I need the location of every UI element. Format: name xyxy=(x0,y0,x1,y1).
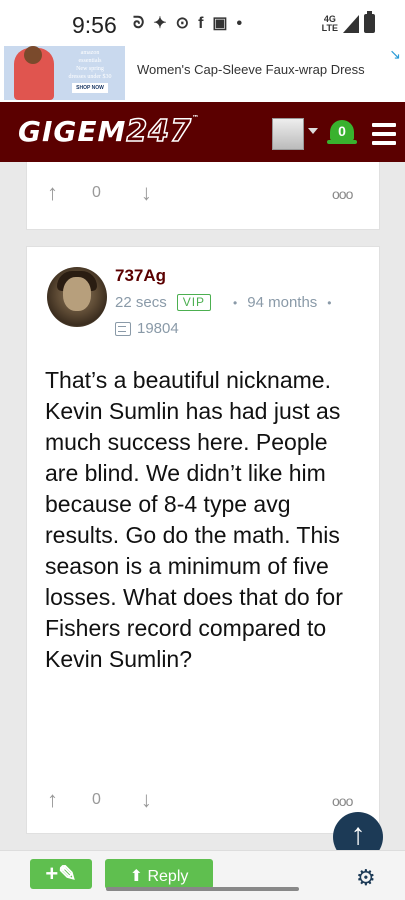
status-system-icons: 4G LTE xyxy=(321,11,375,33)
more-options-icon[interactable]: ooo xyxy=(332,186,353,202)
downvote-arrow-icon[interactable]: ↓ xyxy=(141,180,152,206)
membership-length: 94 months xyxy=(247,294,318,311)
signal-icon xyxy=(343,14,359,33)
reply-button[interactable]: ⬆ Reply xyxy=(105,859,213,889)
upvote-arrow-icon[interactable]: ↑ xyxy=(47,787,58,813)
ad-image[interactable]: amazon essentials New spring dresses und… xyxy=(4,46,125,100)
avatar[interactable] xyxy=(47,267,107,327)
separator-dot: • xyxy=(327,295,332,310)
chevron-down-icon[interactable] xyxy=(308,128,318,134)
vip-badge: VIP xyxy=(176,294,212,311)
vote-count: 0 xyxy=(92,791,101,808)
gesture-navigation-bar[interactable] xyxy=(106,887,299,891)
bottom-action-bar: +✎ ⬆ Reply ⚙ xyxy=(0,850,405,900)
status-time: 9:56 xyxy=(72,12,117,38)
post-body: That’s a beautiful nickname. Kevin Sumli… xyxy=(45,367,343,672)
post-time: 22 secs xyxy=(115,294,167,311)
upvote-arrow-icon[interactable]: ↑ xyxy=(47,180,58,206)
downvote-arrow-icon[interactable]: ↓ xyxy=(141,787,152,813)
more-options-icon[interactable]: ooo xyxy=(332,793,353,809)
ad-banner[interactable]: amazon essentials New spring dresses und… xyxy=(0,46,405,102)
post-count: 19804 xyxy=(115,320,179,337)
site-logo[interactable]: GIGEM247™ xyxy=(18,113,200,150)
ad-title[interactable]: Women's Cap-Sleeve Faux-wrap Dress xyxy=(137,62,365,77)
ad-image-text: amazon essentials New spring dresses und… xyxy=(68,50,112,93)
ad-choice-icon[interactable]: ↘ xyxy=(389,46,401,63)
dot-icon: • xyxy=(236,15,243,32)
facebook-icon: f xyxy=(198,15,204,32)
notification-count: 0 xyxy=(338,123,346,139)
network-indicator: 4G LTE xyxy=(321,13,338,33)
post-votes: ↑ 0 ↓ xyxy=(47,787,152,813)
radio-icon: ⊙ xyxy=(175,15,190,32)
vote-count: 0 xyxy=(92,184,101,201)
image-icon: ▣ xyxy=(212,15,228,32)
user-avatar-button[interactable] xyxy=(272,118,304,150)
site-header: GIGEM247™ 0 xyxy=(0,102,405,162)
comment-icon xyxy=(115,321,131,336)
battery-icon xyxy=(364,11,375,33)
ad-shop-now-button[interactable]: SHOP NOW xyxy=(72,83,108,93)
status-notification-icons: ᘐ ✦ ⊙ f ▣ • xyxy=(133,15,242,33)
previous-post-votes: ↑ 0 ↓ xyxy=(47,180,152,206)
separator-dot: • xyxy=(233,295,238,310)
twitter-icon: ✦ xyxy=(153,15,167,32)
notifications-bell-icon[interactable]: 0 xyxy=(327,120,357,144)
post-username[interactable]: 737Ag xyxy=(115,266,166,286)
status-bar: 9:56 ᘐ ✦ ⊙ f ▣ • 4G LTE xyxy=(0,0,405,46)
post-card: 737Ag 22 secs VIP • 94 months • 19804 Th… xyxy=(26,246,380,834)
hamburger-menu-icon[interactable] xyxy=(372,123,396,150)
game-icon: ᘐ xyxy=(133,15,145,32)
new-post-button[interactable]: +✎ xyxy=(30,859,92,889)
post-meta: 22 secs VIP • 94 months • xyxy=(115,294,342,311)
ad-model-head xyxy=(24,46,42,64)
previous-post-card: ↑ 0 ↓ ooo xyxy=(26,162,380,230)
gear-icon[interactable]: ⚙ xyxy=(356,865,376,891)
